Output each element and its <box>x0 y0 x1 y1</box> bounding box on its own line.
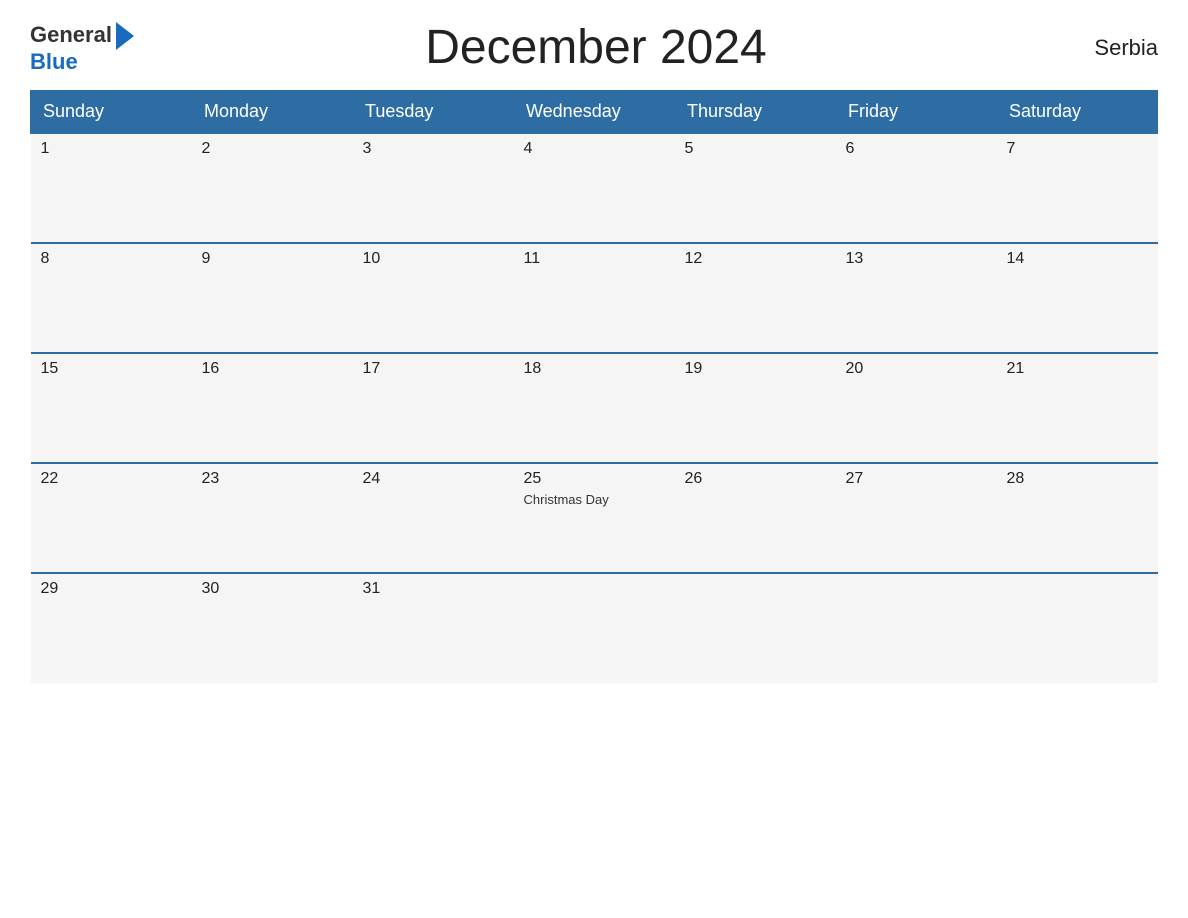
day-number: 5 <box>685 140 826 158</box>
calendar-cell: 20 <box>836 353 997 463</box>
col-thursday: Thursday <box>675 91 836 134</box>
calendar-cell <box>675 573 836 683</box>
day-number: 19 <box>685 360 826 378</box>
calendar-cell: 16 <box>192 353 353 463</box>
day-number: 25 <box>524 470 665 488</box>
calendar-cell: 27 <box>836 463 997 573</box>
day-number: 23 <box>202 470 343 488</box>
logo-general-text: General <box>30 23 112 47</box>
calendar-cell: 3 <box>353 133 514 243</box>
calendar-week-row: 15 16 17 18 19 20 21 <box>31 353 1158 463</box>
calendar-cell: 7 <box>997 133 1158 243</box>
logo-blue-text: Blue <box>30 49 78 74</box>
calendar-cell <box>997 573 1158 683</box>
calendar-cell: 12 <box>675 243 836 353</box>
day-number: 31 <box>363 580 504 598</box>
calendar-header-row: Sunday Monday Tuesday Wednesday Thursday… <box>31 91 1158 134</box>
logo: General Blue <box>30 20 134 74</box>
day-number: 13 <box>846 250 987 268</box>
day-number: 14 <box>1007 250 1148 268</box>
col-monday: Monday <box>192 91 353 134</box>
calendar-cell: 28 <box>997 463 1158 573</box>
calendar-week-row: 1 2 3 4 5 6 7 <box>31 133 1158 243</box>
day-number: 10 <box>363 250 504 268</box>
holiday-label: Christmas Day <box>524 492 665 507</box>
calendar-cell: 31 <box>353 573 514 683</box>
day-number: 11 <box>524 250 665 268</box>
day-number: 6 <box>846 140 987 158</box>
calendar-cell: 1 <box>31 133 192 243</box>
day-number: 8 <box>41 250 182 268</box>
day-number: 1 <box>41 140 182 158</box>
day-number: 2 <box>202 140 343 158</box>
calendar-cell: 23 <box>192 463 353 573</box>
day-number: 3 <box>363 140 504 158</box>
day-number: 15 <box>41 360 182 378</box>
calendar-cell: 18 <box>514 353 675 463</box>
logo-triangle-icon <box>116 22 134 50</box>
day-number: 21 <box>1007 360 1148 378</box>
day-number: 30 <box>202 580 343 598</box>
calendar-title: December 2024 <box>134 20 1058 75</box>
calendar-cell: 25 Christmas Day <box>514 463 675 573</box>
calendar-cell: 21 <box>997 353 1158 463</box>
day-number: 24 <box>363 470 504 488</box>
col-sunday: Sunday <box>31 91 192 134</box>
col-wednesday: Wednesday <box>514 91 675 134</box>
calendar-cell: 9 <box>192 243 353 353</box>
calendar-table: Sunday Monday Tuesday Wednesday Thursday… <box>30 90 1158 683</box>
day-number: 18 <box>524 360 665 378</box>
day-number: 12 <box>685 250 826 268</box>
country-label: Serbia <box>1058 35 1158 61</box>
calendar-cell: 4 <box>514 133 675 243</box>
day-number: 29 <box>41 580 182 598</box>
col-saturday: Saturday <box>997 91 1158 134</box>
calendar-cell: 8 <box>31 243 192 353</box>
day-number: 22 <box>41 470 182 488</box>
day-number: 28 <box>1007 470 1148 488</box>
calendar-cell: 11 <box>514 243 675 353</box>
calendar-week-row: 8 9 10 11 12 13 14 <box>31 243 1158 353</box>
day-number: 7 <box>1007 140 1148 158</box>
col-friday: Friday <box>836 91 997 134</box>
calendar-cell: 30 <box>192 573 353 683</box>
calendar-week-row: 22 23 24 25 Christmas Day 26 27 28 <box>31 463 1158 573</box>
calendar-cell: 19 <box>675 353 836 463</box>
calendar-cell: 22 <box>31 463 192 573</box>
calendar-cell <box>514 573 675 683</box>
day-number: 27 <box>846 470 987 488</box>
day-number: 17 <box>363 360 504 378</box>
col-tuesday: Tuesday <box>353 91 514 134</box>
calendar-cell: 29 <box>31 573 192 683</box>
calendar-cell: 2 <box>192 133 353 243</box>
day-number: 9 <box>202 250 343 268</box>
day-number: 4 <box>524 140 665 158</box>
day-number: 20 <box>846 360 987 378</box>
calendar-cell: 24 <box>353 463 514 573</box>
calendar-cell: 6 <box>836 133 997 243</box>
calendar-cell: 15 <box>31 353 192 463</box>
calendar-week-row: 29 30 31 <box>31 573 1158 683</box>
calendar-cell: 26 <box>675 463 836 573</box>
page-header: General Blue December 2024 Serbia <box>30 20 1158 75</box>
calendar-cell: 10 <box>353 243 514 353</box>
day-number: 16 <box>202 360 343 378</box>
calendar-cell: 14 <box>997 243 1158 353</box>
calendar-cell: 17 <box>353 353 514 463</box>
calendar-cell <box>836 573 997 683</box>
calendar-cell: 13 <box>836 243 997 353</box>
calendar-cell: 5 <box>675 133 836 243</box>
day-number: 26 <box>685 470 826 488</box>
